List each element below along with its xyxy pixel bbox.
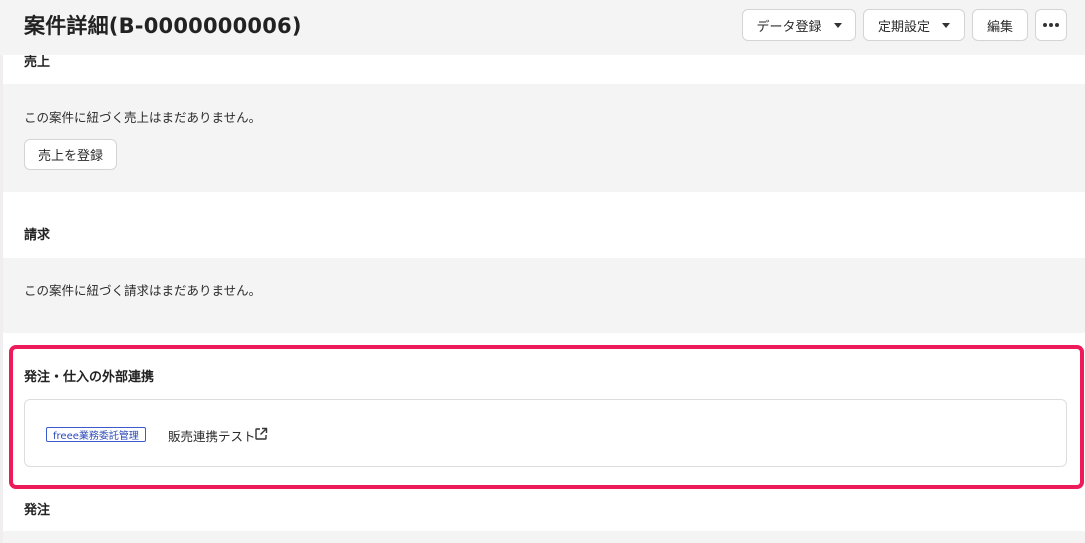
sales-panel: この案件に紐づく売上はまだありません。 売上を登録 [3,84,1085,192]
external-link-card: freee業務委託管理 販売連携テスト [24,399,1067,467]
data-register-button[interactable]: データ登録 [742,9,856,41]
order-panel [3,531,1085,543]
schedule-settings-button[interactable]: 定期設定 [863,9,965,41]
page-header: 案件詳細(B-0000000006) データ登録 定期設定 編集 [0,0,1085,55]
caret-down-icon [833,22,842,28]
billing-empty-message: この案件に紐づく請求はまだありません。 [24,283,262,298]
edit-button[interactable]: 編集 [972,9,1028,41]
order-heading: 発注 [24,503,51,518]
register-sales-button[interactable]: 売上を登録 [24,139,117,170]
billing-heading: 請求 [24,228,51,243]
billing-panel: この案件に紐づく請求はまだありません。 [3,258,1085,333]
external-link[interactable]: 販売連携テスト [168,426,256,445]
more-horizontal-icon [1043,23,1059,27]
sales-empty-message: この案件に紐づく売上はまだありません。 [24,110,262,125]
page-title: 案件詳細(B-0000000006) [24,14,302,38]
external-link-icon[interactable] [254,427,268,441]
external-linkage-heading: 発注・仕入の外部連携 [24,370,155,385]
more-options-button[interactable] [1035,9,1067,41]
schedule-settings-label: 定期設定 [877,19,930,35]
service-tag: freee業務委託管理 [46,427,146,442]
caret-down-icon [942,22,950,28]
data-register-label: データ登録 [756,19,822,35]
main-content: 売上 この案件に紐づく売上はまだありません。 売上を登録 請求 この案件に紐づく… [0,0,1085,543]
